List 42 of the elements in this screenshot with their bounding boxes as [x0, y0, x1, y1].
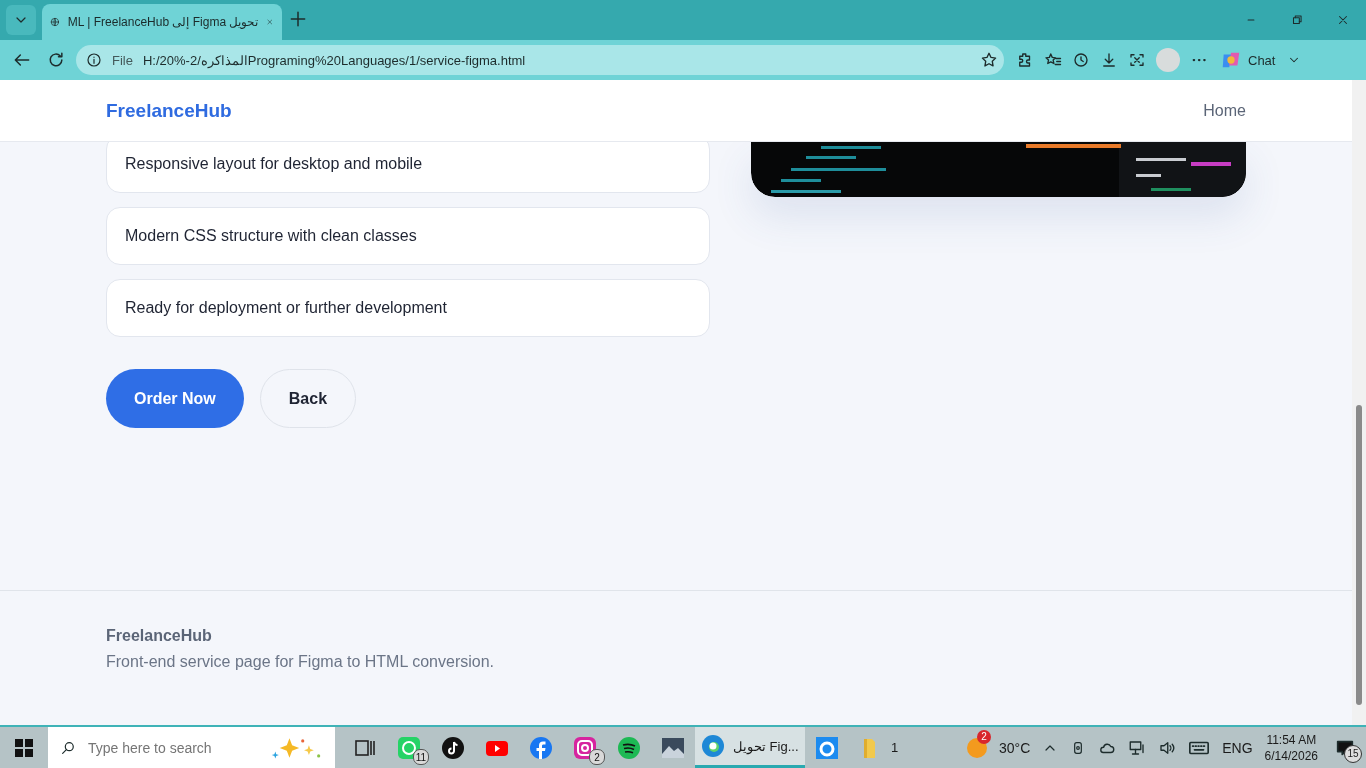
- taskbar-search-field[interactable]: Type here to search: [85, 738, 260, 757]
- spotify-icon: [617, 735, 641, 760]
- screenshot-icon[interactable]: [1128, 51, 1146, 69]
- plus-icon: [288, 9, 308, 29]
- count-badge: 11: [413, 749, 429, 765]
- network-icon[interactable]: [1128, 738, 1147, 757]
- star-icon[interactable]: [980, 51, 998, 69]
- facebook-icon: [529, 735, 553, 760]
- scheme-label: File: [112, 52, 133, 68]
- restore-icon: [1290, 13, 1304, 27]
- brand-logo[interactable]: FreelanceHub: [106, 99, 232, 122]
- taskbar-app[interactable]: 11: [387, 727, 431, 768]
- browser-tab[interactable]: تحويل Figma إلى ML | FreelanceHub: [42, 4, 282, 40]
- download-icon[interactable]: [1100, 51, 1118, 69]
- footer-brand: FreelanceHub: [106, 627, 213, 645]
- taskbar-app[interactable]: 1: [848, 727, 909, 768]
- scrollbar[interactable]: [1352, 80, 1366, 725]
- feature-item: Ready for deployment or further development: [106, 279, 710, 337]
- weather-badge: 2: [977, 729, 991, 744]
- feature-item: Modern CSS structure with clean classes: [106, 207, 710, 265]
- taskbar-app[interactable]: 2: [563, 727, 607, 768]
- language-indicator[interactable]: ENG: [1222, 739, 1253, 756]
- info-icon: [86, 52, 102, 68]
- tab-title: تحويل Figma إلى ML | FreelanceHub: [67, 15, 259, 29]
- back-button[interactable]: Back: [259, 369, 357, 428]
- windows-icon: [15, 738, 33, 757]
- copilot-chat-button[interactable]: Chat: [1218, 47, 1278, 73]
- count-badge: 15: [1344, 744, 1362, 763]
- url-text: H:/20%-2/المذاكرهPrograming%20Languages/1/service-figma.html: [142, 52, 527, 68]
- scrollbar-thumb[interactable]: [1356, 405, 1362, 705]
- temperature[interactable]: 30°C: [999, 739, 1031, 756]
- taskbar-search-box[interactable]: Type here to search: [48, 727, 335, 768]
- tiktok-icon: [441, 735, 465, 760]
- nav-link[interactable]: Home: [1203, 101, 1246, 120]
- footer-tagline: Front-end service page for Figma to HTML conversion.: [106, 653, 495, 671]
- photo-icon: [661, 735, 685, 760]
- close-icon: [1336, 13, 1350, 27]
- count-badge: 2: [589, 749, 605, 765]
- order-button[interactable]: Order Now: [106, 369, 244, 428]
- clock[interactable]: 11:54 AM 6/14/2026: [1264, 731, 1318, 764]
- history-icon[interactable]: [1072, 51, 1090, 69]
- taskbar-app[interactable]: تحويل Fig...: [695, 727, 805, 768]
